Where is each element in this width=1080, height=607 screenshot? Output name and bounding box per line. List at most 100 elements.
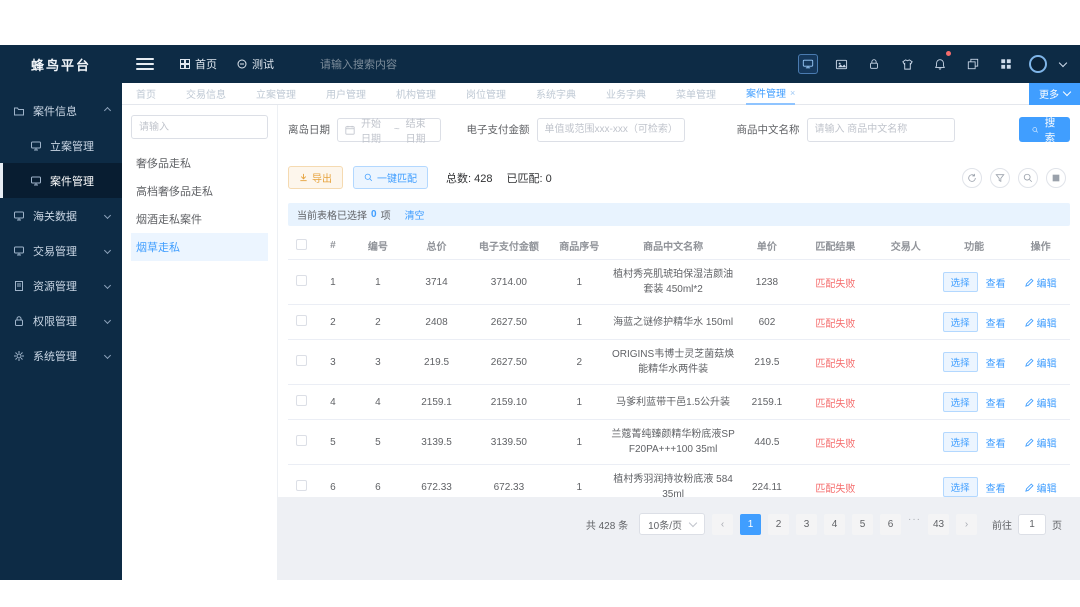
sidebar-item-权限管理[interactable]: 权限管理 [0, 303, 122, 338]
select-button[interactable]: 选择 [942, 477, 978, 497]
edit-link[interactable]: 编辑 [1024, 395, 1057, 410]
page-size-select[interactable]: 10条/页 [639, 513, 705, 535]
view-link[interactable]: 查看 [986, 275, 1006, 290]
search-icon[interactable] [1018, 167, 1038, 188]
column-header-编号: 编号 [350, 232, 406, 260]
row-checkbox[interactable] [296, 480, 308, 491]
view-link[interactable]: 查看 [986, 355, 1006, 370]
edit-link[interactable]: 编辑 [1024, 315, 1057, 330]
search-button[interactable]: 搜索 [1018, 117, 1070, 144]
tab-系统字典[interactable]: 系统字典 [536, 83, 576, 105]
sidebar-item-资源管理[interactable]: 资源管理 [0, 268, 122, 303]
nav-home[interactable]: 首页 [180, 56, 217, 72]
row-checkbox[interactable] [296, 275, 308, 286]
date-range-input[interactable]: 开始日期 ~ 结束日期 [337, 117, 441, 145]
sidebar-subitem-立案管理[interactable]: 立案管理 [0, 128, 122, 163]
tab-菜单管理[interactable]: 菜单管理 [676, 83, 716, 105]
copy-icon[interactable] [963, 54, 983, 74]
select-button[interactable]: 选择 [942, 432, 978, 452]
page-button-43[interactable]: 43 [928, 513, 949, 535]
image-icon[interactable] [831, 54, 851, 74]
chevron-down-icon[interactable] [1058, 58, 1068, 67]
row-checkbox[interactable] [296, 355, 308, 366]
select-button[interactable]: 选择 [942, 312, 978, 332]
export-button[interactable]: 导出 [288, 166, 343, 189]
tab-案件管理[interactable]: 案件管理 × [746, 83, 796, 105]
tab-立案管理[interactable]: 立案管理 [256, 83, 296, 105]
clear-selection-link[interactable]: 清空 [405, 207, 425, 222]
tab-岗位管理[interactable]: 岗位管理 [466, 83, 506, 105]
edit-link[interactable]: 编辑 [1024, 435, 1057, 450]
chevron-down-icon [1062, 87, 1072, 97]
next-page-button[interactable]: › [956, 513, 977, 535]
tab-机构管理[interactable]: 机构管理 [396, 83, 436, 105]
screen-icon[interactable] [798, 54, 818, 74]
page-button-1[interactable]: 1 [740, 513, 761, 535]
page-button-3[interactable]: 3 [796, 513, 817, 535]
tab-首页[interactable]: 首页 [136, 83, 156, 105]
view-link[interactable]: 查看 [986, 315, 1006, 330]
nav-test[interactable]: 测试 [237, 56, 274, 72]
tab-交易信息[interactable]: 交易信息 [186, 83, 226, 105]
view-link[interactable]: 查看 [986, 435, 1006, 450]
page-number-list: 1 2 3 4 5 6 ··· 43 [740, 513, 949, 535]
nav-home-label: 首页 [195, 59, 217, 71]
column-settings-icon[interactable] [1046, 167, 1066, 188]
more-tabs-button[interactable]: 更多 [1029, 82, 1080, 105]
cell-code: 4 [350, 384, 406, 420]
row-checkbox[interactable] [296, 435, 308, 446]
page-button-2[interactable]: 2 [768, 513, 789, 535]
page-button-5[interactable]: 5 [852, 513, 873, 535]
amount-filter-input[interactable] [536, 117, 685, 142]
close-icon[interactable]: × [790, 88, 795, 98]
grid-icon[interactable] [996, 54, 1016, 74]
cell-unit-price: 440.5 [737, 419, 797, 465]
prev-page-button[interactable]: ‹ [712, 513, 733, 535]
category-item-烟草走私[interactable]: 烟草走私 [131, 233, 268, 261]
filter-icon[interactable] [990, 167, 1010, 188]
avatar[interactable] [1029, 55, 1047, 73]
category-item-高档奢侈品走私[interactable]: 高档奢侈品走私 [131, 177, 268, 205]
cell-unit-price: 219.5 [737, 339, 797, 385]
tab-业务字典[interactable]: 业务字典 [606, 83, 646, 105]
chevron-down-icon [103, 281, 112, 290]
edit-link[interactable]: 编辑 [1024, 480, 1057, 495]
bell-icon[interactable] [930, 51, 951, 74]
tab-用户管理[interactable]: 用户管理 [326, 83, 366, 105]
sidebar-item-海关数据[interactable]: 海关数据 [0, 198, 122, 233]
sidebar-item-案件信息[interactable]: 案件信息 [0, 93, 122, 128]
selection-info-bar: 当前表格已选择 0 项 清空 [288, 203, 1070, 226]
category-search-input[interactable] [131, 115, 268, 139]
row-checkbox[interactable] [296, 395, 308, 406]
refresh-icon[interactable] [962, 167, 982, 188]
lock-icon[interactable] [864, 54, 884, 74]
page-button-4[interactable]: 4 [824, 513, 845, 535]
hamburger-menu-icon[interactable] [136, 58, 154, 70]
category-item-奢侈品走私[interactable]: 奢侈品走私 [131, 149, 268, 177]
name-filter-input[interactable] [806, 117, 955, 142]
sidebar-item-系统管理[interactable]: 系统管理 [0, 338, 122, 373]
column-header-操作: 操作 [1011, 232, 1070, 260]
edit-link-label: 编辑 [1036, 483, 1057, 495]
sidebar-item-交易管理[interactable]: 交易管理 [0, 233, 122, 268]
edit-link[interactable]: 编辑 [1024, 275, 1057, 290]
theme-icon[interactable] [897, 54, 917, 74]
select-button[interactable]: 选择 [942, 272, 978, 292]
cell-trader [874, 384, 937, 420]
select-all-checkbox[interactable] [296, 238, 308, 250]
view-link[interactable]: 查看 [986, 480, 1006, 495]
chevron-down-icon [103, 211, 112, 220]
chevron-up-icon [103, 106, 112, 115]
row-checkbox[interactable] [296, 315, 308, 326]
sidebar-subitem-案件管理[interactable]: 案件管理 [0, 163, 122, 198]
one-click-match-button[interactable]: 一键匹配 [353, 166, 428, 189]
select-button[interactable]: 选择 [942, 392, 978, 412]
view-link[interactable]: 查看 [986, 395, 1006, 410]
global-search-input[interactable]: 请输入搜索内容 [320, 56, 440, 72]
more-pages-icon[interactable]: ··· [908, 514, 921, 535]
goto-page-input[interactable] [1018, 513, 1046, 535]
edit-link[interactable]: 编辑 [1024, 355, 1057, 370]
page-button-6[interactable]: 6 [880, 513, 901, 535]
category-item-烟酒走私案件[interactable]: 烟酒走私案件 [131, 205, 268, 233]
select-button[interactable]: 选择 [942, 352, 978, 372]
